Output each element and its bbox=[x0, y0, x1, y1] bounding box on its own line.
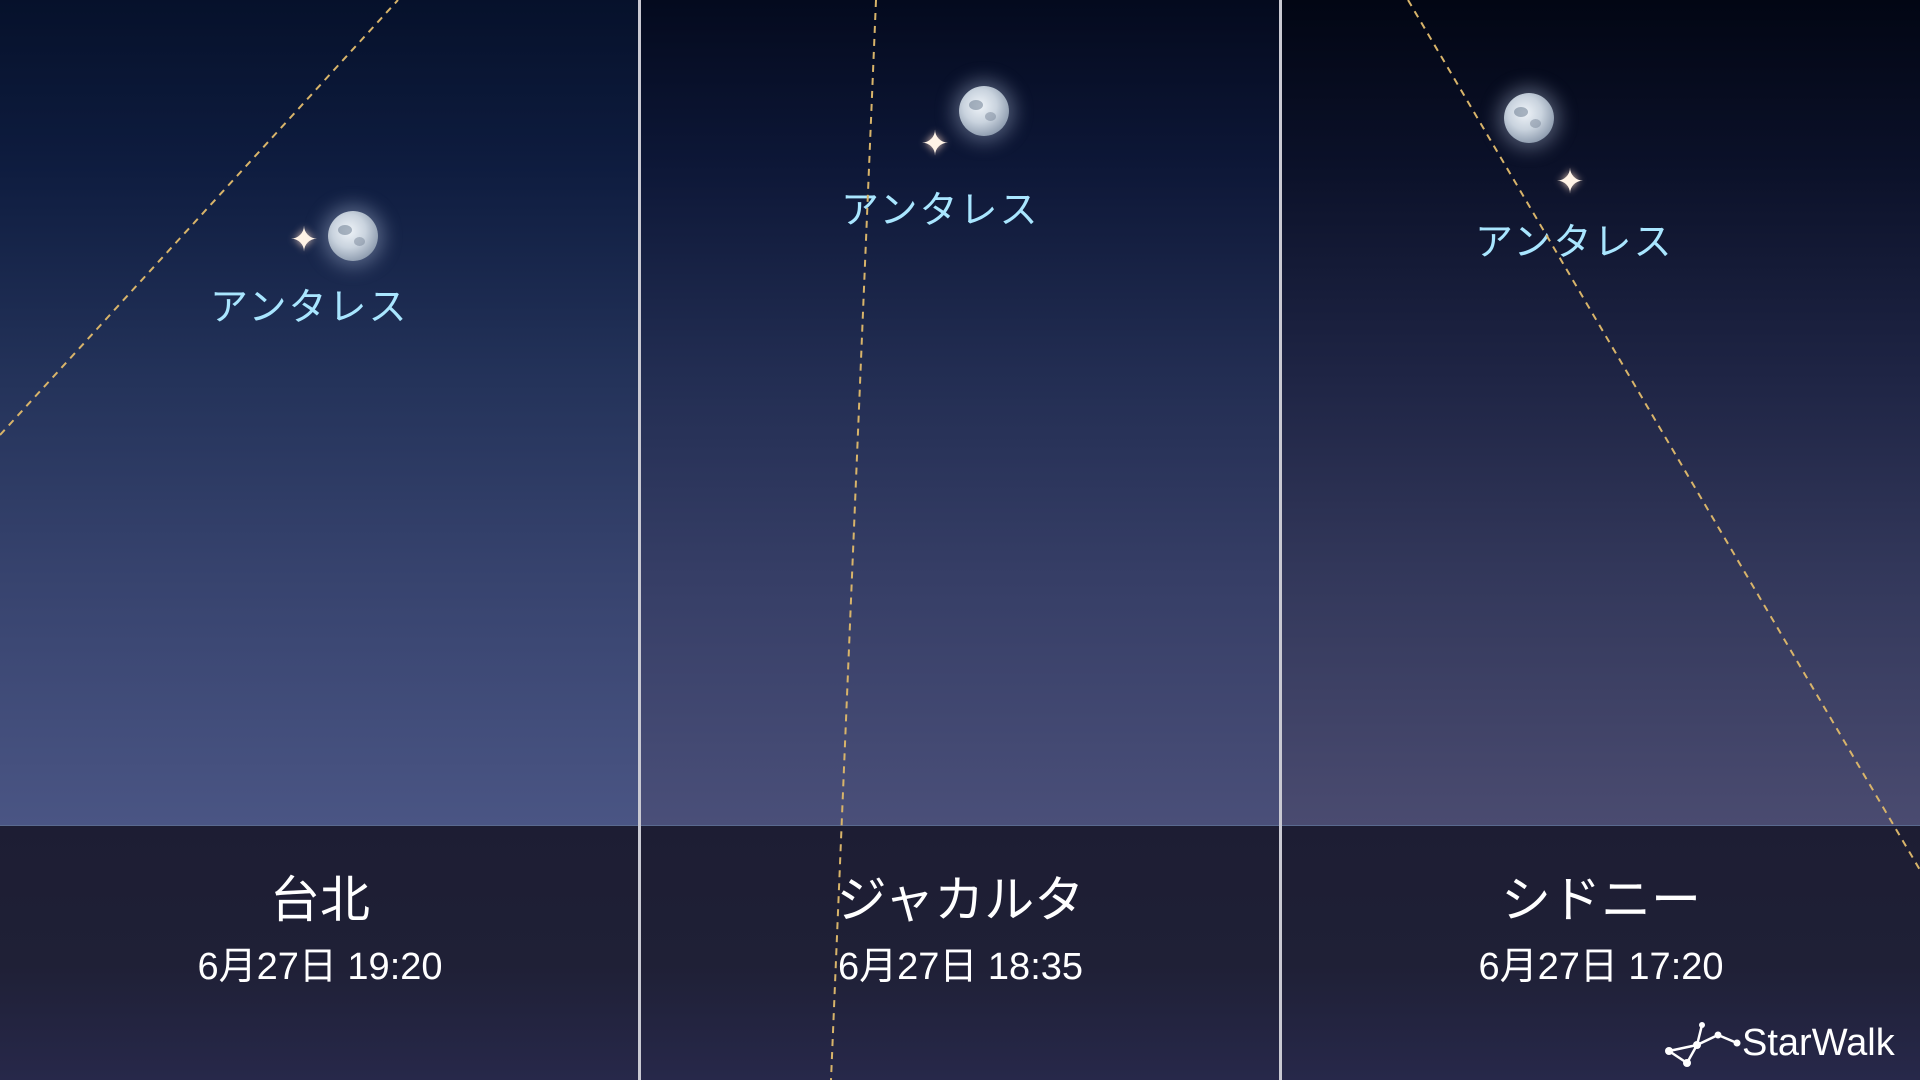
ecliptic-line bbox=[1407, 0, 1920, 871]
ecliptic-line bbox=[830, 0, 877, 1080]
brand-name: StarWalk bbox=[1742, 1022, 1895, 1064]
ecliptic-lines bbox=[0, 0, 1920, 1080]
ecliptic-line bbox=[0, 0, 399, 436]
